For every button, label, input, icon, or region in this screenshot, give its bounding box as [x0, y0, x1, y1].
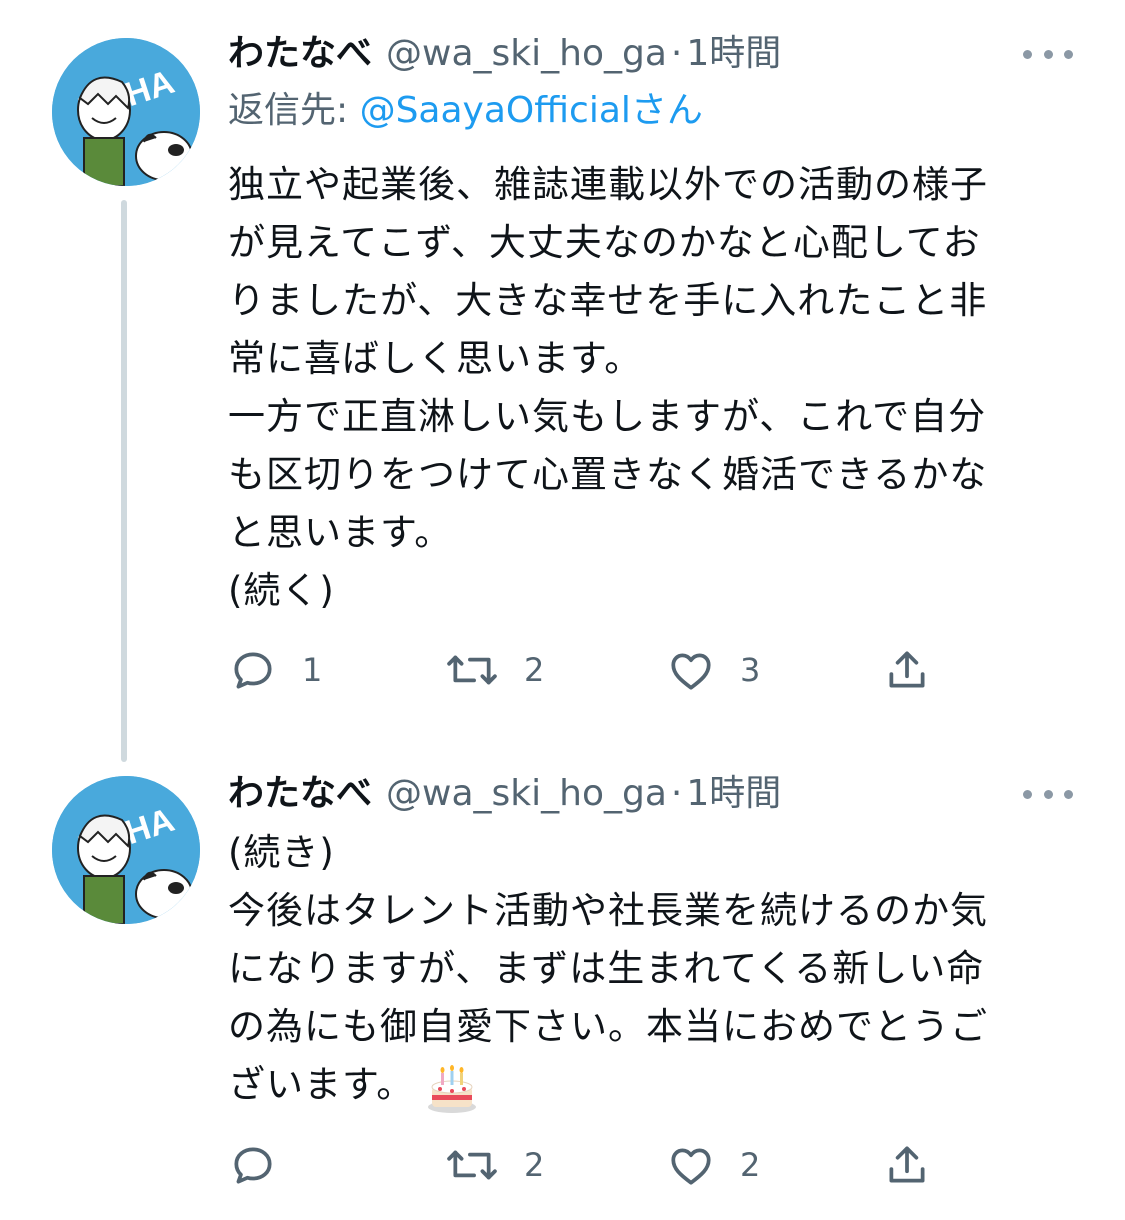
- more-dots-icon[interactable]: [1023, 774, 1073, 814]
- speech-bubble-icon: [234, 1147, 272, 1184]
- share-upload-icon: [889, 651, 925, 688]
- tweet-text-line: 常に喜ばしく思います。: [228, 337, 643, 380]
- retweet-count: 2: [524, 1146, 545, 1184]
- display-name[interactable]: わたなべ: [228, 26, 372, 82]
- share-button[interactable]: [882, 640, 932, 700]
- tweet[interactable]: HAHA わたなべ @wa_ski_ho_ga · 1時間 返信先: @Saay…: [0, 0, 1125, 762]
- heart-icon: [671, 1148, 711, 1185]
- user-handle[interactable]: @wa_ski_ho_ga: [386, 766, 667, 822]
- reply-mention-link[interactable]: @SaayaOfficial: [360, 90, 631, 131]
- tweet-text: 独立や起業後、雑誌連載以外での活動の様子 が見えてこず、大丈夫なのかなと心配して…: [228, 156, 1073, 620]
- like-count: 2: [740, 1146, 761, 1184]
- tweet-content: わたなべ @wa_ski_ho_ga · 1時間 (続き) 今後はタレント活動や…: [228, 766, 1073, 1115]
- display-name[interactable]: わたなべ: [228, 766, 372, 822]
- tweet-text-line-with-emoji: ざいます。: [228, 1056, 1073, 1115]
- reply-button[interactable]: 1: [228, 640, 322, 700]
- user-handle[interactable]: @wa_ski_ho_ga: [386, 26, 667, 82]
- tweet-text-line: 一方で正直淋しい気もしますが、これで自分: [228, 395, 987, 438]
- retweet-arrows-icon: [447, 1150, 497, 1180]
- tweet-text-line: 独立や起業後、雑誌連載以外での活動の様子: [228, 163, 988, 206]
- speech-bubble-icon: [234, 652, 272, 689]
- tweet-text-line: 今後はタレント活動や社長業を続けるのか気: [228, 889, 988, 932]
- tweet-header: わたなべ @wa_ski_ho_ga · 1時間: [228, 766, 1073, 822]
- tweet-text-line: りましたが、大きな幸せを手に入れたこと非: [228, 279, 988, 322]
- timestamp[interactable]: 1時間: [686, 766, 781, 822]
- tweet-text-line: (続き): [228, 831, 335, 874]
- reply-to: 返信先: @SaayaOfficialさん: [228, 82, 1073, 140]
- share-button[interactable]: [882, 1135, 932, 1195]
- retweet-arrows-icon: [447, 655, 497, 685]
- tweet[interactable]: HAHA わたなべ @wa_ski_ho_ga · 1時間 (続き) 今後はタレ…: [0, 740, 1125, 1220]
- birthday-cake-emoji: [428, 1064, 477, 1113]
- timestamp[interactable]: 1時間: [686, 26, 781, 82]
- separator-dot: ·: [670, 33, 683, 74]
- reply-to-prefix: 返信先:: [228, 90, 360, 131]
- tweet-actions: 1 2 3: [228, 640, 1073, 700]
- retweet-count: 2: [524, 651, 545, 689]
- retweet-button[interactable]: 2: [444, 1135, 544, 1195]
- reply-count: 1: [302, 651, 323, 689]
- avatar[interactable]: HAHA: [52, 38, 200, 186]
- tweet-text: (続き) 今後はタレント活動や社長業を続けるのか気 になりますが、まずは生まれて…: [228, 824, 1073, 1115]
- reply-button[interactable]: [228, 1135, 302, 1195]
- thread-connector-line: [121, 200, 127, 762]
- tweet-header: わたなべ @wa_ski_ho_ga · 1時間: [228, 26, 1073, 82]
- tweet-content: わたなべ @wa_ski_ho_ga · 1時間 返信先: @SaayaOffi…: [228, 26, 1073, 620]
- retweet-button[interactable]: 2: [444, 640, 544, 700]
- tweet-text-line: が見えてこず、大丈夫なのかなと心配してお: [228, 221, 981, 264]
- like-button[interactable]: 2: [666, 1135, 760, 1195]
- more-dots-icon[interactable]: [1023, 34, 1073, 74]
- heart-icon: [671, 653, 711, 690]
- tweet-text-line: ざいます。: [228, 1063, 415, 1106]
- tweet-actions: 2 2: [228, 1135, 1073, 1195]
- share-upload-icon: [889, 1146, 925, 1183]
- like-count: 3: [740, 651, 761, 689]
- reply-to-suffix: さん: [630, 90, 703, 131]
- tweet-text-line: の為にも御自愛下さい。本当におめでとうご: [228, 1005, 988, 1048]
- tweet-text-line: も区切りをつけて心置きなく婚活できるかな: [228, 453, 988, 496]
- tweet-text-line: になりますが、まずは生まれてくる新しい命: [228, 947, 985, 990]
- tweet-text-line: と思います。: [228, 511, 453, 554]
- separator-dot: ·: [670, 773, 683, 814]
- avatar[interactable]: HAHA: [52, 776, 200, 924]
- tweet-text-line: (続く): [228, 569, 335, 612]
- like-button[interactable]: 3: [666, 640, 760, 700]
